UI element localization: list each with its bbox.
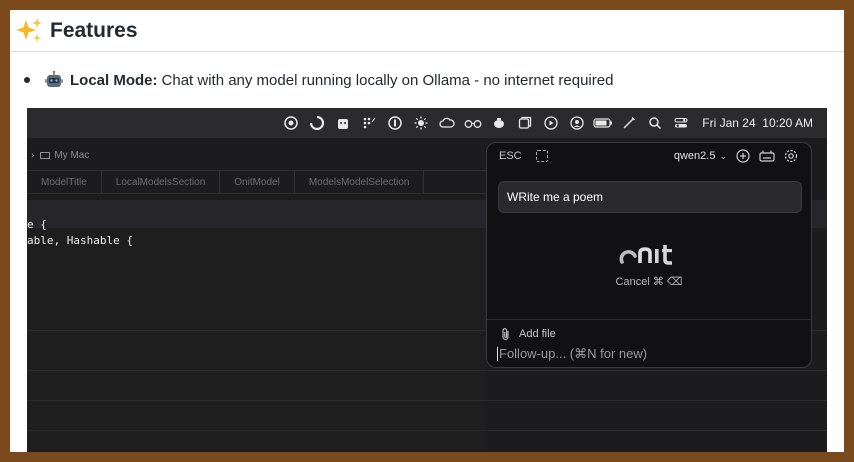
- onepassword-icon[interactable]: [382, 108, 408, 138]
- code-line: e {: [27, 218, 47, 231]
- feature-name: Local Mode:: [70, 71, 158, 89]
- code-line: able, Hashable {: [27, 234, 133, 247]
- text-caret: [497, 347, 498, 361]
- code-editor[interactable]: e { able, Hashable {: [27, 200, 827, 450]
- sparkles-icon: [16, 17, 42, 42]
- readme-frame: Features Local Mode: Chat with any model…: [10, 10, 844, 452]
- list-item: Local Mode: Chat with any model running …: [24, 68, 613, 92]
- control-center-icon[interactable]: [668, 108, 694, 138]
- onit-chat-panel: ESC qwen2.5 ⌄ WRite me a poem Cancel ⌘ ⌫ …: [486, 142, 812, 368]
- editor-divider: [27, 370, 827, 371]
- tab-onit-model[interactable]: OnitModel: [220, 171, 295, 193]
- teapot-icon[interactable]: [486, 108, 512, 138]
- tab-models-model-selection[interactable]: ModelsModelSelection: [295, 171, 425, 193]
- model-selector[interactable]: qwen2.5 ⌄: [674, 150, 727, 162]
- glasses-icon[interactable]: [460, 108, 486, 138]
- menubar-clock[interactable]: Fri Jan 24 10:20 AM: [702, 116, 813, 130]
- esc-button[interactable]: ESC: [499, 150, 522, 162]
- followup-input[interactable]: Follow-up... (⌘N for new): [497, 345, 797, 363]
- add-file-button[interactable]: Add file: [501, 327, 556, 341]
- editor-tabs: ModelTitle LocalModelsSection OnitModel …: [27, 170, 487, 194]
- local-mode-icon[interactable]: [759, 148, 775, 164]
- menu-bar: Fri Jan 24 10:20 AM: [27, 108, 827, 138]
- robot-icon: [45, 70, 63, 87]
- editor-divider: [27, 400, 827, 401]
- search-icon[interactable]: [642, 108, 668, 138]
- scheme-destination[interactable]: My Mac: [54, 150, 89, 161]
- screenshot-icon[interactable]: [535, 150, 548, 162]
- robot-icon[interactable]: [330, 108, 356, 138]
- chevron-down-icon: ⌄: [719, 151, 727, 161]
- feature-description: Chat with any model running locally on O…: [161, 71, 614, 89]
- spinner-icon[interactable]: [304, 108, 330, 138]
- gear-icon[interactable]: [783, 148, 799, 164]
- features-heading: Features: [10, 10, 844, 52]
- bullet-dot: [24, 77, 30, 83]
- page-title: Features: [50, 18, 138, 42]
- chevron-icon: ›: [31, 149, 35, 161]
- tab-model-title[interactable]: ModelTitle: [27, 171, 102, 193]
- new-chat-icon[interactable]: [735, 148, 751, 164]
- window-icon[interactable]: [512, 108, 538, 138]
- paperclip-icon: [502, 328, 509, 341]
- cancel-generation-hint[interactable]: Cancel ⌘ ⌫: [487, 275, 811, 288]
- play-icon[interactable]: [538, 108, 564, 138]
- cloud-icon[interactable]: [434, 108, 460, 138]
- pen-icon[interactable]: [616, 108, 642, 138]
- grid-icon[interactable]: [356, 108, 382, 138]
- panel-divider: [487, 319, 811, 320]
- tab-local-models-section[interactable]: LocalModelsSection: [102, 171, 221, 193]
- sun-icon[interactable]: [408, 108, 434, 138]
- mac-icon: [40, 151, 51, 159]
- record-icon[interactable]: [278, 108, 304, 138]
- followup-placeholder: Follow-up... (⌘N for new): [499, 346, 648, 361]
- onit-logo: [619, 245, 672, 265]
- prompt-message: WRite me a poem: [498, 181, 802, 213]
- editor-divider: [27, 430, 827, 431]
- add-file-label: Add file: [519, 328, 556, 340]
- battery-icon[interactable]: [590, 108, 616, 138]
- panel-toolbar: ESC qwen2.5 ⌄: [487, 143, 811, 169]
- user-icon[interactable]: [564, 108, 590, 138]
- app-screenshot: Fri Jan 24 10:20 AM › My Mac ModelTitle …: [27, 108, 827, 452]
- xcode-scheme-bar: › My Mac: [27, 144, 487, 166]
